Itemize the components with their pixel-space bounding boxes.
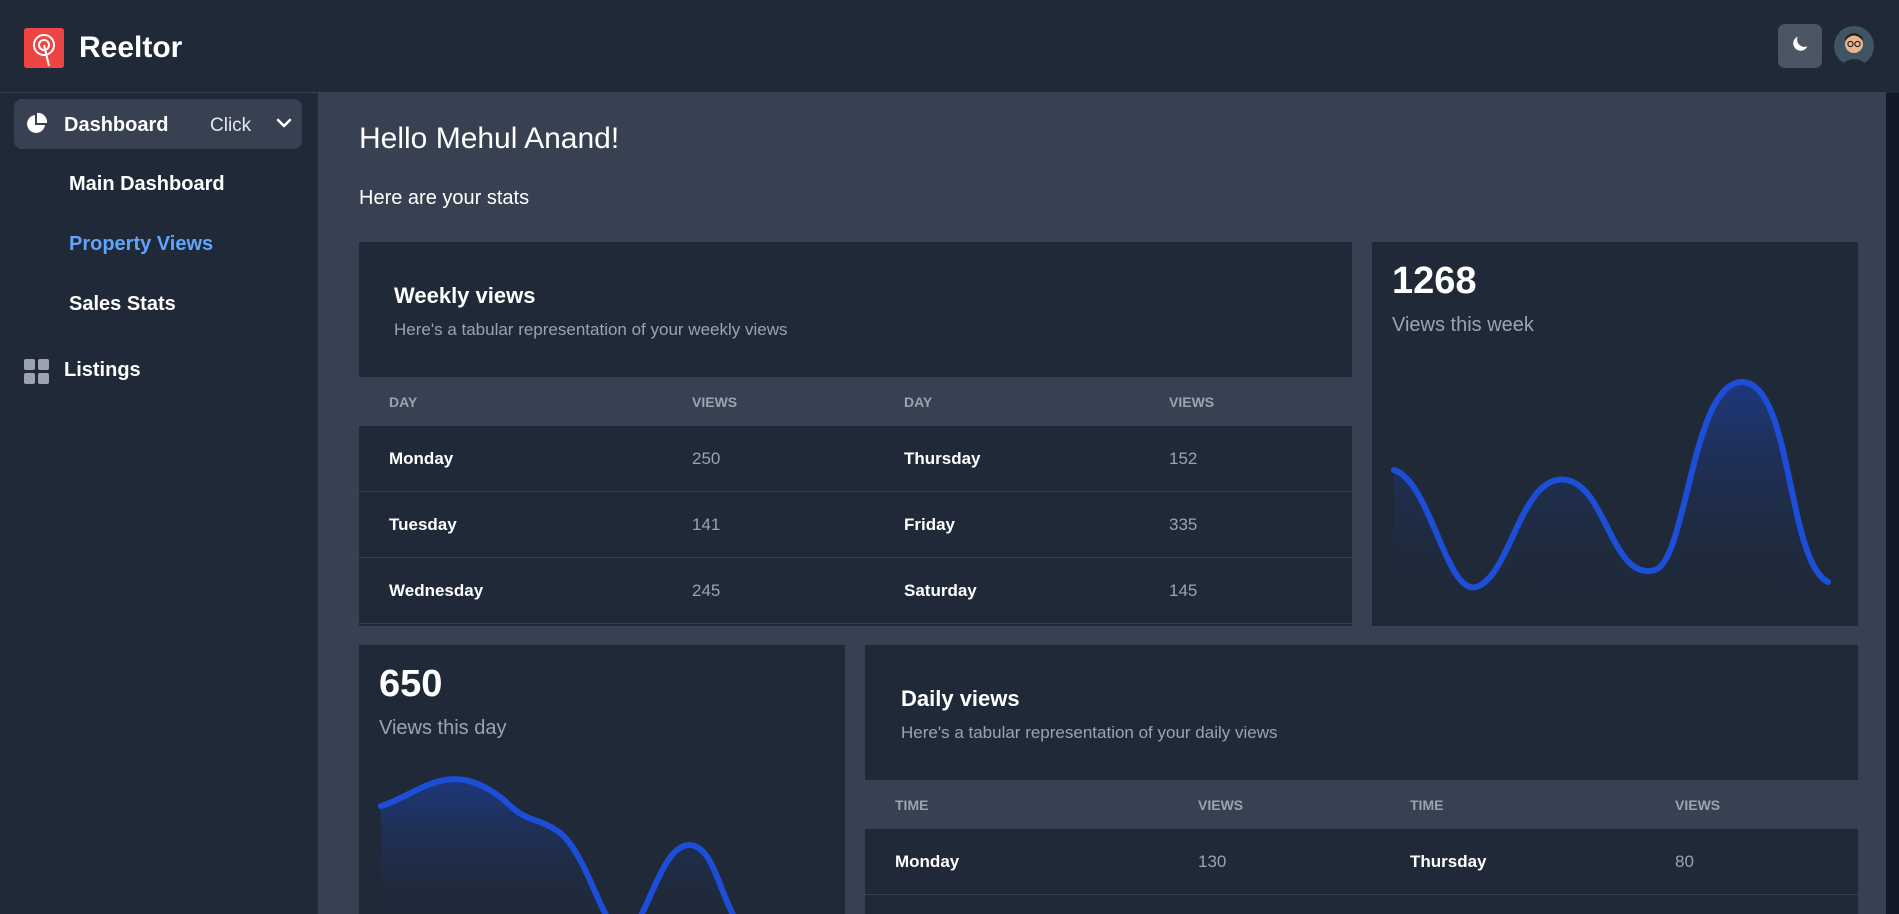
weekly-table-header: DAY VIEWS DAY VIEWS: [359, 377, 1352, 426]
top-header: Reeltor: [0, 0, 1899, 93]
page-title: Hello Mehul Anand!: [359, 122, 620, 155]
column-header: VIEWS: [1169, 394, 1215, 410]
sidebar-item-property-views[interactable]: Property Views: [69, 233, 213, 256]
table-cell: Thursday: [904, 449, 981, 468]
week-views-sparkline: [1391, 378, 1831, 626]
sidebar-dashboard-hint: Click: [210, 115, 252, 136]
sidebar-dashboard-toggle[interactable]: Dashboard Click: [14, 99, 302, 149]
day-stat-card: 650 Views this day: [359, 645, 845, 914]
sidebar-item-sales-stats[interactable]: Sales Stats: [69, 293, 176, 316]
week-stat-card: 1268 Views this week: [1372, 242, 1858, 626]
table-cell: 80: [1675, 852, 1694, 871]
brand-name[interactable]: Reeltor: [79, 28, 182, 68]
table-cell: 130: [1198, 852, 1227, 871]
table-row: Monday 250 Thursday 152: [359, 426, 1352, 492]
reeltor-logo-icon[interactable]: [24, 28, 64, 68]
weekly-views-title: Weekly views: [394, 283, 536, 308]
theme-toggle-button[interactable]: [1778, 24, 1822, 68]
table-cell: Friday: [904, 515, 956, 534]
daily-views-subtitle: Here's a tabular representation of your …: [901, 723, 1278, 742]
sidebar-dashboard-label: Dashboard: [64, 114, 169, 136]
grid-icon: [24, 359, 50, 389]
table-cell: 335: [1169, 515, 1198, 534]
weekly-views-subtitle: Here's a tabular representation of your …: [394, 320, 788, 339]
table-cell: Monday: [895, 852, 960, 871]
page-subtitle: Here are your stats: [359, 187, 530, 209]
column-header: VIEWS: [1198, 797, 1244, 813]
daily-table-header: TIME VIEWS TIME VIEWS: [865, 780, 1858, 829]
sidebar-item-listings[interactable]: Listings: [24, 359, 141, 390]
weekly-views-card: Weekly views Here's a tabular representa…: [359, 242, 1352, 626]
table-cell: Wednesday: [389, 581, 484, 600]
chevron-down-icon: [276, 115, 292, 136]
daily-views-card: Daily views Here's a tabular representat…: [865, 645, 1858, 914]
table-row: Tuesday 141 Friday 335: [359, 492, 1352, 558]
sidebar-item-main-dashboard[interactable]: Main Dashboard: [69, 173, 225, 196]
table-row: Wednesday 245 Saturday 145: [359, 558, 1352, 624]
table-row: Monday 130 Thursday 80: [865, 829, 1858, 895]
sidebar-item-listings-label: Listings: [64, 359, 141, 381]
day-views-sparkline: [378, 776, 739, 914]
sidebar: Dashboard Click Main Dashboard Property …: [0, 93, 319, 914]
moon-icon: [1789, 33, 1811, 60]
table-cell: 141: [692, 515, 721, 534]
column-header: DAY: [389, 394, 418, 410]
column-header: VIEWS: [1675, 797, 1721, 813]
table-cell: Saturday: [904, 581, 977, 600]
column-header: VIEWS: [692, 394, 738, 410]
table-cell: Monday: [389, 449, 454, 468]
user-avatar[interactable]: [1834, 26, 1874, 66]
page-scrollbar[interactable]: [1886, 93, 1899, 914]
table-cell: Thursday: [1410, 852, 1487, 871]
table-cell: 152: [1169, 449, 1198, 468]
column-header: TIME: [895, 797, 929, 813]
table-cell: 245: [692, 581, 721, 600]
table-cell: 145: [1169, 581, 1198, 600]
column-header: DAY: [904, 394, 933, 410]
daily-views-title: Daily views: [901, 686, 1020, 711]
scrollbar-top: [1886, 0, 1899, 93]
pie-chart-icon: [24, 112, 48, 141]
column-header: TIME: [1410, 797, 1444, 813]
table-cell: Tuesday: [389, 515, 457, 534]
table-cell: 250: [692, 449, 721, 468]
